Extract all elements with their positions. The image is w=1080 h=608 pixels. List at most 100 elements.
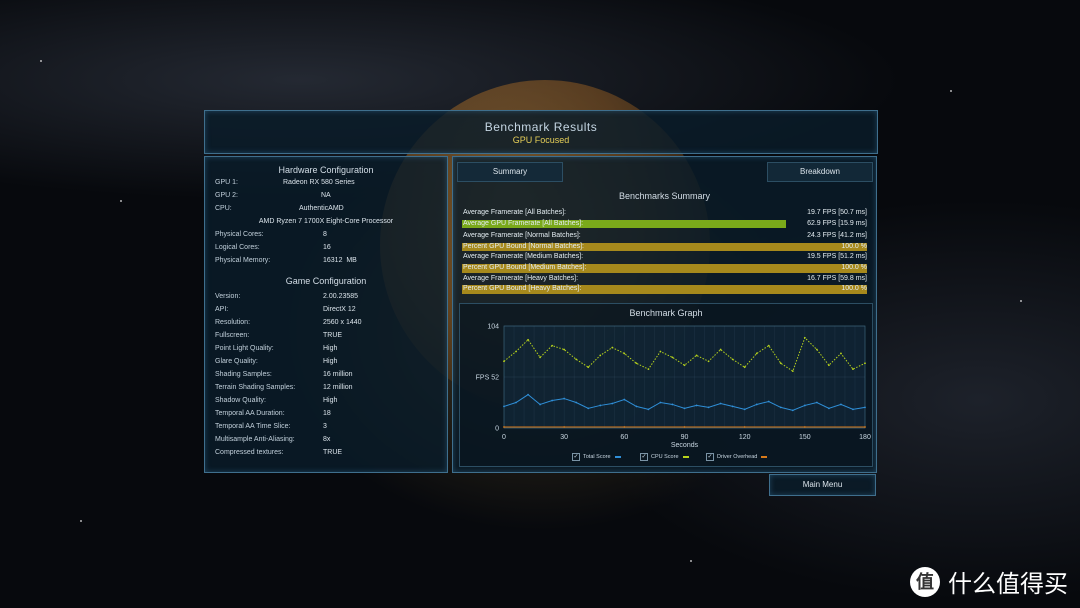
gpu1-label: GPU 1: [215, 179, 238, 186]
game-config-row: Shadow Quality: High [205, 397, 447, 410]
legend-driver[interactable]: ✓ Driver Overhead [706, 453, 768, 461]
data-point [755, 352, 758, 355]
game-config-row: Temporal AA Duration: 18 [205, 410, 447, 423]
data-point [731, 405, 734, 408]
config-key: Temporal AA Time Slice: [215, 423, 291, 430]
game-config-row: Temporal AA Time Slice: 3 [205, 423, 447, 436]
data-point [803, 426, 806, 428]
x-tick-label: 120 [739, 434, 751, 441]
summary-label: Percent GPU Bound [Medium Batches]: [463, 263, 587, 271]
data-point [743, 426, 746, 428]
data-point [647, 408, 650, 411]
data-point [647, 368, 650, 371]
data-point [515, 350, 517, 353]
legend-cpu[interactable]: ✓ CPU Score [640, 453, 689, 461]
config-key: Version: [215, 293, 241, 300]
physical-memory-label: Physical Memory: [215, 257, 271, 264]
star [690, 560, 692, 562]
summary-row: Percent GPU Bound [Heavy Batches]: 100.0 … [462, 284, 867, 295]
summary-label: Average Framerate [All Batches]: [463, 209, 566, 216]
config-key: Multisample Anti-Aliasing: [215, 436, 295, 443]
checkbox-icon[interactable]: ✓ [572, 453, 580, 461]
config-value: 18 [323, 410, 331, 417]
data-point [815, 348, 818, 351]
data-point [864, 406, 866, 409]
watermark-text: 什么值得买 [948, 571, 1068, 598]
data-point [539, 356, 541, 359]
checkbox-icon[interactable]: ✓ [640, 453, 648, 461]
data-point [695, 354, 698, 357]
config-value: TRUE [323, 449, 343, 456]
data-point [755, 403, 758, 406]
summary-value: 19.5 FPS [51.2 ms] [807, 253, 867, 261]
page-subtitle: GPU Focused [512, 135, 570, 145]
config-key: API: [215, 306, 229, 313]
results-panel: Summary Breakdown Benchmarks Summary Ave… [452, 156, 877, 473]
data-point [503, 426, 505, 428]
config-value: High [323, 397, 338, 404]
cpu-name-row: AMD Ryzen 7 1700X Eight-Core Processor [205, 218, 447, 231]
data-point [539, 403, 541, 406]
y-tick-label: 0 [495, 426, 499, 433]
legend-label: Driver Overhead [717, 454, 758, 460]
y-tick-label: 104 [487, 324, 499, 331]
main-menu-button[interactable]: Main Menu [769, 474, 876, 496]
x-tick-label: 90 [681, 434, 689, 441]
summary-value: 100.0 % [841, 285, 867, 293]
data-point [611, 402, 614, 405]
data-point [731, 358, 734, 361]
data-point [575, 358, 578, 361]
star [40, 60, 42, 62]
config-value: TRUE [323, 332, 343, 339]
data-point [864, 426, 866, 428]
checkbox-icon[interactable]: ✓ [706, 453, 714, 461]
y-tick-label: FPS 52 [476, 375, 499, 382]
data-point [527, 393, 529, 396]
logical-cores-row: Logical Cores: 16 [205, 244, 447, 257]
data-point [815, 401, 818, 404]
config-key: Resolution: [215, 319, 251, 326]
data-point [563, 397, 566, 400]
data-point [695, 404, 698, 407]
config-value: High [323, 358, 338, 365]
config-key: Terrain Shading Samples: [215, 384, 296, 391]
data-point [635, 405, 638, 408]
cpu-row: CPU: AuthenticAMD [205, 205, 447, 218]
tab-summary[interactable]: Summary [457, 162, 563, 182]
game-config-title: Game Configuration [285, 276, 367, 286]
data-point [527, 338, 529, 341]
data-point [575, 401, 578, 404]
data-point [840, 403, 842, 406]
data-point [707, 406, 710, 409]
summary-title: Benchmarks Summary [618, 191, 711, 201]
config-key: Glare Quality: [215, 358, 258, 365]
cpu-label: CPU: [215, 205, 232, 212]
gpu2-label: GPU 2: [215, 192, 238, 199]
data-point [599, 354, 602, 357]
star [1020, 300, 1022, 302]
legend-swatch [761, 456, 768, 458]
summary-row: Average GPU Framerate [All Batches]: 62.9… [462, 219, 867, 230]
gpu1-value: Radeon RX 580 Series [283, 179, 355, 186]
game-config-row: Compressed textures: TRUE [205, 449, 447, 462]
data-point [587, 366, 590, 369]
gpu1-row: GPU 1: Radeon RX 580 Series [205, 179, 447, 192]
results-title-bar: Benchmark Results GPU Focused [204, 110, 878, 154]
legend-swatch [614, 456, 621, 458]
legend-total[interactable]: ✓ Total Score [572, 453, 621, 461]
data-point [791, 409, 794, 412]
summary-row: Percent GPU Bound [Medium Batches]: 100.0… [462, 263, 867, 274]
watermark: 值 什么值得买 [910, 564, 1068, 599]
config-key: Compressed textures: [215, 449, 284, 456]
data-point [551, 344, 554, 347]
data-point [659, 401, 662, 404]
summary-row: Average Framerate [Heavy Batches]: 16.7 F… [462, 274, 867, 285]
tab-breakdown[interactable]: Breakdown [767, 162, 873, 182]
data-point [743, 408, 746, 411]
data-point [623, 426, 626, 428]
data-point [587, 407, 590, 410]
data-point [828, 407, 830, 410]
physical-memory-value: 16312 MB [323, 257, 357, 264]
config-key: Fullscreen: [215, 332, 250, 339]
config-value: 2560 x 1440 [323, 319, 362, 326]
